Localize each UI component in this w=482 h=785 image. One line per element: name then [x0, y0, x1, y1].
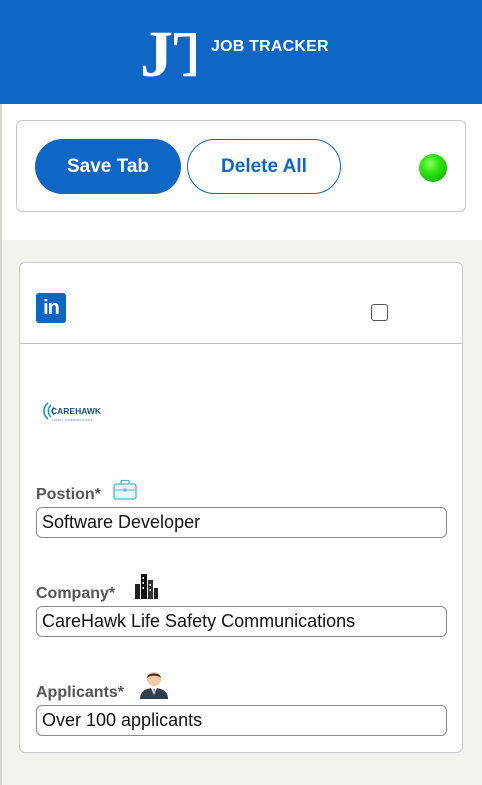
app-title: JOB TRACKER: [211, 38, 329, 55]
jt-logo: JT: [140, 18, 196, 88]
select-checkbox[interactable]: [371, 304, 388, 321]
position-input[interactable]: [36, 507, 447, 538]
briefcase-icon: [113, 479, 137, 500]
company-input[interactable]: [36, 606, 447, 637]
buildings-icon: [135, 574, 158, 599]
applicants-label: Applicants*: [36, 684, 125, 701]
app-header: JT JOB TRACKER: [0, 0, 482, 104]
position-label: Postion*: [36, 486, 101, 503]
company-label: Company*: [36, 585, 116, 602]
delete-all-button[interactable]: Delete All: [187, 139, 341, 194]
company-logo: CAREHAWK SAFETY COMMUNICATIONS: [43, 402, 102, 422]
save-tab-button[interactable]: Save Tab: [35, 139, 181, 194]
person-icon: [140, 672, 168, 699]
controls-card: Save Tab Delete All: [16, 120, 466, 212]
linkedin-icon: in: [36, 293, 66, 323]
status-indicator-icon: [419, 154, 447, 182]
svg-text:SAFETY COMMUNICATIONS: SAFETY COMMUNICATIONS: [52, 418, 92, 422]
svg-text:CAREHAWK: CAREHAWK: [51, 406, 102, 416]
linkedin-icon-text: in: [43, 297, 60, 319]
job-card: in CAREHAWK SAFETY COMMUNICATIONS Postio…: [19, 262, 463, 753]
svg-text:JT: JT: [140, 18, 196, 88]
card-divider: [20, 343, 462, 344]
applicants-input[interactable]: [36, 705, 447, 736]
